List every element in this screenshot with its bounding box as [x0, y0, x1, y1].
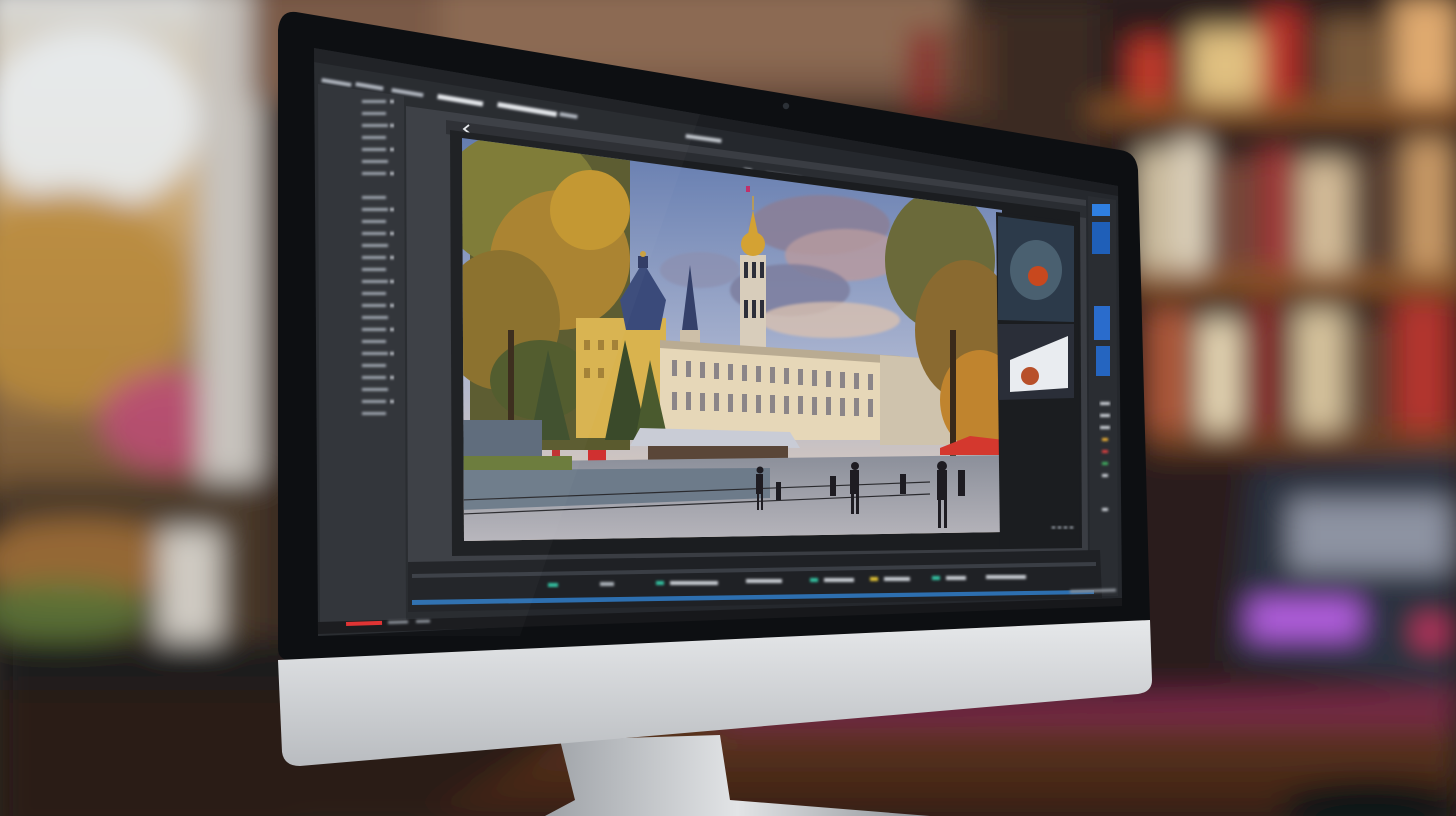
tool-strip[interactable] [1088, 196, 1118, 596]
scene-canvas [0, 0, 1456, 816]
tool-active-1[interactable] [1092, 204, 1110, 216]
photo-scene [0, 0, 1456, 816]
tool-active-4[interactable] [1096, 346, 1110, 376]
preview-panel[interactable] [996, 212, 1080, 548]
tool-active-2[interactable] [1092, 222, 1110, 254]
webcam-dot [782, 102, 790, 110]
tool-active-3[interactable] [1094, 306, 1110, 340]
